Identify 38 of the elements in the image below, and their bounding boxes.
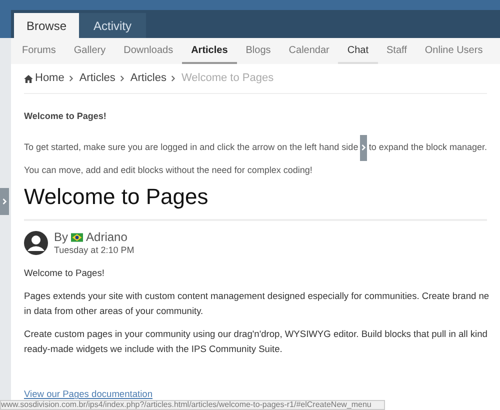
article-paragraph: Create custom pages in your community using our drag'n'drop, WYSIWYG editor. Build blocks that pull in all kind ready-made widgets we include with the IPS Community Suite. bbox=[24, 328, 488, 356]
nav-link[interactable]: Blogs bbox=[236, 38, 280, 64]
chevron-right-icon bbox=[171, 75, 176, 82]
chevron-right-icon bbox=[120, 75, 126, 82]
nav-link[interactable]: Articles bbox=[182, 38, 237, 64]
header-tab[interactable]: Browse bbox=[14, 13, 79, 38]
breadcrumb-link[interactable]: Articles bbox=[79, 70, 116, 87]
by-label: By bbox=[54, 230, 68, 245]
breadcrumb-link[interactable]: Articles bbox=[130, 70, 166, 87]
documentation-link[interactable]: View our Pages documentation bbox=[24, 387, 153, 402]
current-page-label: Welcome to Pages bbox=[181, 71, 274, 86]
nav-link[interactable]: Chat bbox=[338, 38, 378, 64]
home-icon bbox=[24, 74, 33, 82]
instruction-note: You can move, add and edit blocks without the need for complex coding! bbox=[24, 164, 314, 177]
flag-icon bbox=[71, 233, 84, 242]
avatar-icon bbox=[24, 231, 48, 256]
post-date: Tuesday at 2:10 PM bbox=[54, 245, 134, 256]
nav-link[interactable]: Downloads bbox=[114, 38, 182, 64]
instruction-text: To get started, make sure you are logged in and click the arrow on the left hand side bbox=[24, 140, 358, 154]
chevron-right-icon bbox=[69, 75, 74, 82]
expand-arrow-button[interactable] bbox=[360, 134, 367, 160]
block-title: Welcome to Pages! bbox=[24, 110, 108, 123]
nav-link[interactable]: Forums bbox=[13, 38, 65, 64]
author-link[interactable]: Adriano bbox=[86, 230, 128, 245]
article-title: Welcome to Pages bbox=[24, 183, 487, 221]
article-paragraph: Pages extends your site with custom content management designed especially for communities. Create brand ne in data from other areas of your community. bbox=[24, 290, 490, 318]
breadcrumb-link[interactable]: Home bbox=[35, 70, 64, 87]
article-paragraph: Welcome to Pages! bbox=[24, 267, 104, 280]
nav-link[interactable]: Online Users bbox=[416, 38, 492, 64]
status-bar: www.sosdivision.com.br/ips4/index.php?/articles.html/articles/welcome-to-pages-r1/#elCreateNew_menu bbox=[0, 400, 385, 410]
side-toggle-button[interactable] bbox=[0, 188, 9, 215]
nav-link[interactable]: Gallery bbox=[64, 38, 115, 64]
instruction-text: to expand the block manager. bbox=[368, 140, 487, 154]
nav-link[interactable]: Staff bbox=[378, 38, 416, 64]
chevron-right-icon bbox=[361, 144, 366, 151]
header-tab[interactable]: Activity bbox=[79, 13, 146, 38]
nav-link[interactable]: Calendar bbox=[280, 38, 338, 64]
chevron-right-icon bbox=[2, 198, 7, 205]
